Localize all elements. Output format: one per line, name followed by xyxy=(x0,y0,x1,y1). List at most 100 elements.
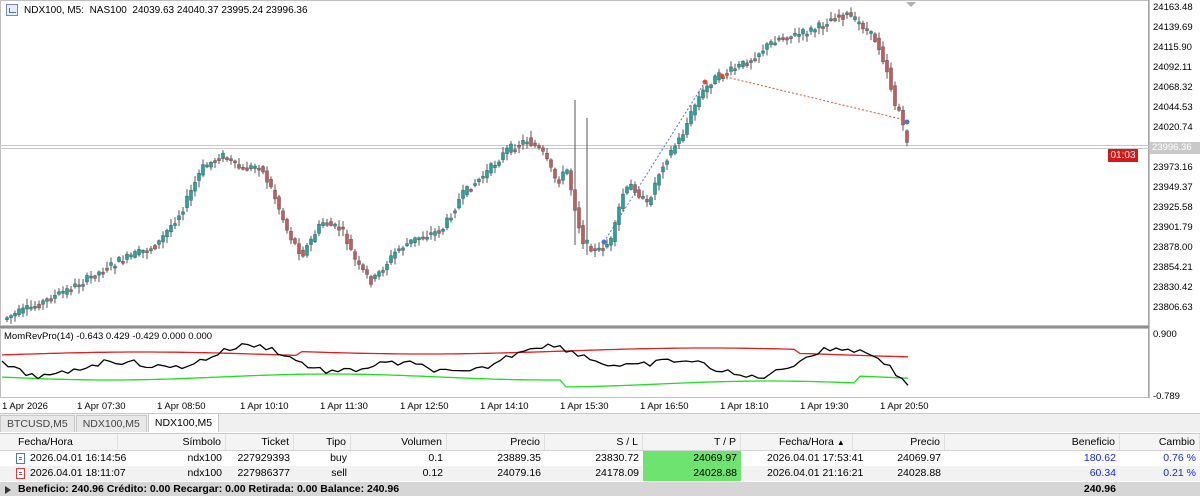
cell-tp: 24069.97 xyxy=(643,451,741,466)
candle-body xyxy=(697,96,701,108)
candle-body xyxy=(417,237,421,241)
sell-trade-line xyxy=(721,75,906,121)
sell-exit-marker xyxy=(904,119,910,125)
candle-body xyxy=(561,171,565,181)
candle-body xyxy=(137,249,141,256)
candle-body xyxy=(601,248,605,251)
col-open-time[interactable]: Fecha/Hora xyxy=(0,434,118,450)
candle-body xyxy=(73,283,77,288)
cell-symbol: ndx100 xyxy=(187,452,222,464)
candle-body xyxy=(41,300,45,305)
candle-body xyxy=(381,270,385,273)
table-row[interactable]: 2026.04.01 16:14:56 ndx100 227929393 buy… xyxy=(0,451,1200,466)
candle-body xyxy=(257,167,261,171)
tab-ndx100-m5[interactable]: NDX100,M5 xyxy=(75,415,147,432)
candle-body xyxy=(133,251,137,258)
candle-body xyxy=(57,291,61,295)
trade-history-table: Fecha/Hora Símbolo Ticket Tipo Volumen P… xyxy=(0,433,1200,496)
cell-close-time: 2026.04.01 21:16:21 xyxy=(767,467,864,479)
candle-body xyxy=(485,170,489,179)
candle-body xyxy=(205,164,209,168)
col-tp[interactable]: T / P xyxy=(643,434,741,450)
col-sl[interactable]: S / L xyxy=(545,434,643,450)
candle-body xyxy=(585,239,589,244)
candle-body xyxy=(813,29,817,33)
candle-body xyxy=(97,271,101,276)
candle-body xyxy=(573,189,577,211)
candle-body xyxy=(833,18,837,22)
candle-body xyxy=(253,165,257,169)
tab-ndx100-m5-active[interactable]: NDX100,M5 xyxy=(147,413,220,432)
candle-body xyxy=(265,170,269,183)
col-ticket[interactable]: Ticket xyxy=(226,434,294,450)
candle-body xyxy=(389,255,393,263)
chart-window-icon xyxy=(6,4,18,16)
candle-body xyxy=(525,141,529,145)
col-close-price[interactable]: Precio xyxy=(853,434,945,450)
col-profit[interactable]: Beneficio xyxy=(945,434,1120,450)
summary-row: Beneficio: 240.96 Crédito: 0.00 Recargar… xyxy=(0,482,1200,496)
candle-body xyxy=(189,189,193,201)
candle-body xyxy=(589,246,593,252)
candle-body xyxy=(341,226,345,230)
chart-area[interactable]: NDX100, M5: NAS100 24039.63 24040.37 239… xyxy=(0,0,1200,412)
candle-body xyxy=(181,211,185,215)
candle-body xyxy=(897,106,901,111)
cell-close-price: 24069.97 xyxy=(897,452,941,464)
table-row[interactable]: 2026.04.01 18:11:07 ndx100 227986377 sel… xyxy=(0,466,1200,481)
cell-sl: 24178.09 xyxy=(595,467,639,479)
candle-body xyxy=(893,85,897,106)
cell-close-price: 24028.88 xyxy=(897,467,941,479)
candle-body xyxy=(617,206,621,225)
candle-body xyxy=(645,199,649,203)
candle-body xyxy=(457,199,461,209)
tab-btcusd-m5[interactable]: BTCUSD,M5 xyxy=(0,415,75,432)
col-symbol[interactable]: Símbolo xyxy=(118,434,226,450)
candle-body xyxy=(245,167,249,171)
candle-body xyxy=(65,288,69,295)
candle-body xyxy=(429,232,433,235)
col-change[interactable]: Cambio xyxy=(1120,434,1200,450)
candle-body xyxy=(465,186,469,196)
candle-body xyxy=(241,167,245,170)
candle-body xyxy=(597,247,601,251)
candle-body xyxy=(53,294,57,299)
chart-header: NDX100, M5: NAS100 24039.63 24040.37 239… xyxy=(0,0,308,20)
candle-body xyxy=(545,152,549,160)
candle-body xyxy=(773,42,777,46)
candle-body xyxy=(669,150,673,156)
candle-body xyxy=(333,223,337,227)
col-volume[interactable]: Volumen xyxy=(351,434,447,450)
col-open-price[interactable]: Precio xyxy=(447,434,545,450)
summary-arrow-icon xyxy=(5,486,11,494)
candle-body xyxy=(817,22,821,29)
candle-body xyxy=(581,225,585,245)
chart-shift-icon[interactable] xyxy=(906,2,916,7)
candle-body xyxy=(477,178,481,183)
candle-body xyxy=(517,144,521,148)
cell-volume: 0.1 xyxy=(428,452,443,464)
candle-body xyxy=(673,145,677,154)
table-header: Fecha/Hora Símbolo Ticket Tipo Volumen P… xyxy=(0,434,1200,451)
col-close-time[interactable]: Fecha/Hora ▲ xyxy=(741,434,853,450)
col-type[interactable]: Tipo xyxy=(294,434,351,450)
candle-body xyxy=(661,166,665,173)
candle-body xyxy=(301,249,305,257)
candle-body xyxy=(861,22,865,30)
candle-body xyxy=(129,254,133,258)
candle-body xyxy=(25,305,29,310)
candle-body xyxy=(821,26,825,29)
candle-body xyxy=(905,130,909,143)
time-axis-label: 1 Apr 10:10 xyxy=(240,401,289,412)
candle-body xyxy=(449,217,453,221)
candle-body xyxy=(325,222,329,226)
candle-body xyxy=(273,189,277,200)
candle-body xyxy=(629,183,633,190)
time-axis-label: 1 Apr 20:50 xyxy=(880,401,929,412)
candle-body xyxy=(313,234,317,242)
price-chart[interactable] xyxy=(0,0,1200,412)
candle-body xyxy=(509,143,513,153)
candle-body xyxy=(725,73,729,76)
candle-body xyxy=(501,152,505,160)
candle-body xyxy=(733,68,737,71)
